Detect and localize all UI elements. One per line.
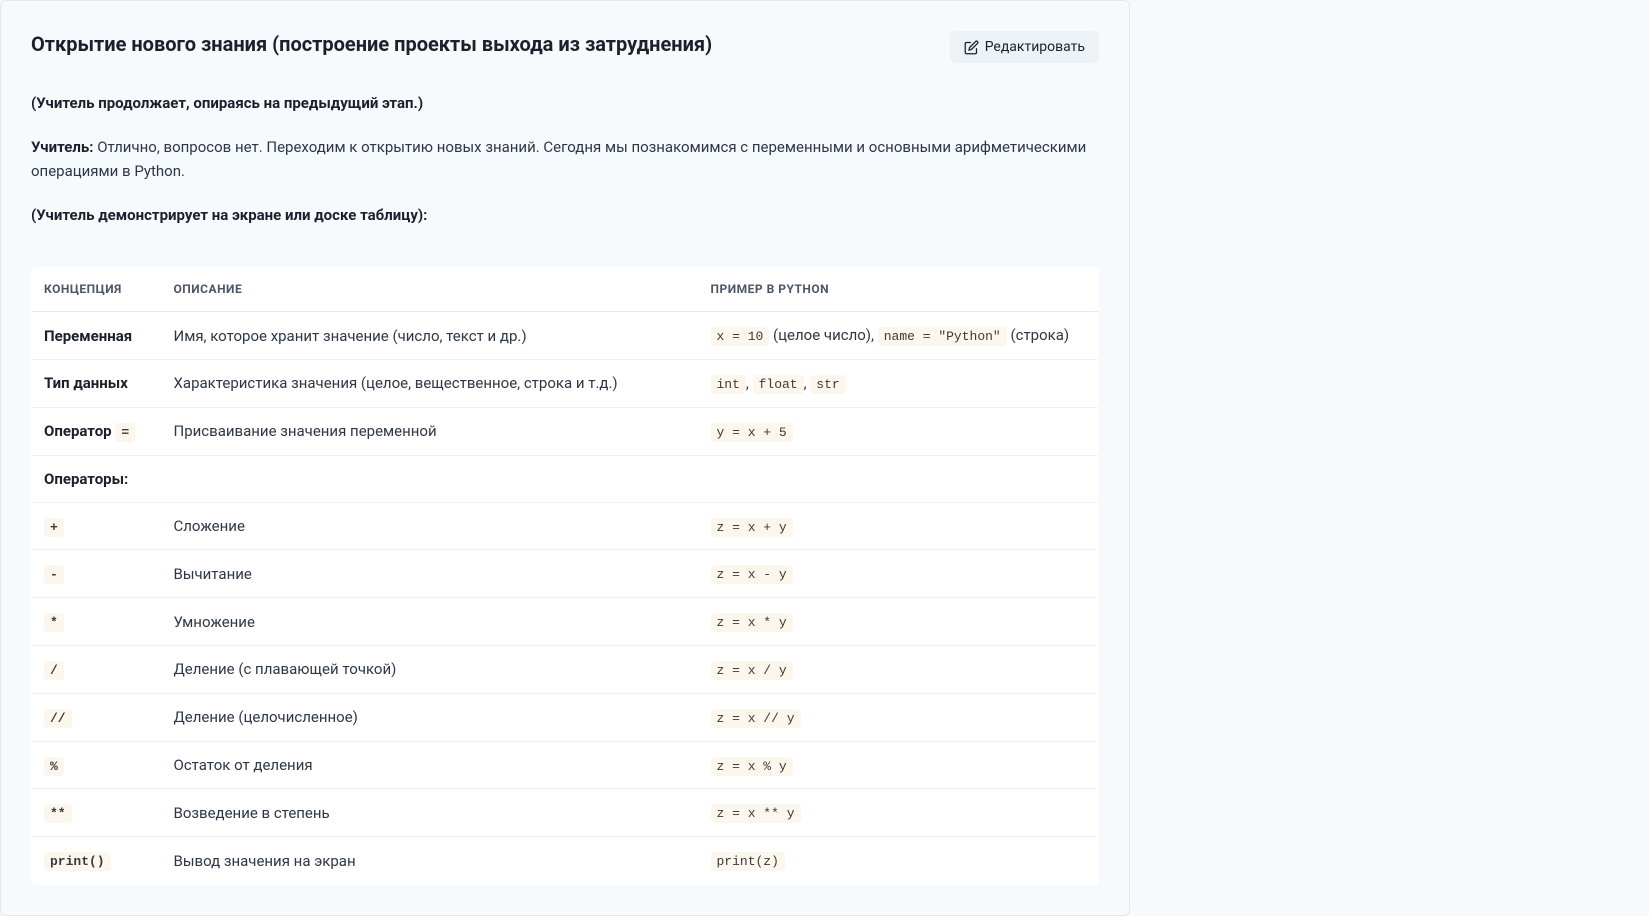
cell-example: z = x * y — [699, 598, 1099, 646]
table-row: - Вычитание z = x - y — [32, 550, 1099, 598]
cell-example: z = x // y — [699, 693, 1099, 741]
cell-concept: + — [32, 502, 162, 550]
example-text: (строка) — [1007, 326, 1069, 344]
cell-description: Сложение — [162, 502, 699, 550]
cell-example: print(z) — [699, 837, 1099, 885]
th-description: Описание — [162, 268, 699, 312]
example-code: y = x + 5 — [711, 423, 793, 442]
cell-concept: - — [32, 550, 162, 598]
concept-code: print() — [44, 852, 111, 871]
cell-concept: Тип данных — [32, 359, 162, 407]
cell-description: Присваивание значения переменной — [162, 407, 699, 455]
table-row: Тип данных Характеристика значения (целое… — [32, 359, 1099, 407]
edit-button[interactable]: Редактировать — [950, 31, 1099, 63]
cell-concept: * — [32, 598, 162, 646]
cell-description: Характеристика значения (целое, веществе… — [162, 359, 699, 407]
cell-concept: ** — [32, 789, 162, 837]
example-code: int — [711, 375, 746, 394]
concept-code: % — [44, 757, 64, 776]
edit-button-label: Редактировать — [985, 39, 1085, 55]
concept-code: ** — [44, 804, 72, 823]
concept-label: Тип данных — [44, 374, 128, 392]
example-code: z = x % y — [711, 757, 793, 776]
document-section: Открытие нового знания (построение проек… — [0, 0, 1130, 916]
concept-code: // — [44, 709, 72, 728]
table-row: % Остаток от деления z = x % y — [32, 741, 1099, 789]
cell-description: Деление (с плавающей точкой) — [162, 645, 699, 693]
cell-example: z = x ** y — [699, 789, 1099, 837]
example-code: print(z) — [711, 852, 785, 871]
cell-description: Остаток от деления — [162, 741, 699, 789]
cell-description — [162, 455, 699, 502]
cell-description: Имя, которое хранит значение (число, тек… — [162, 312, 699, 360]
example-code: z = x + y — [711, 518, 793, 537]
th-concept: Концепция — [32, 268, 162, 312]
table-header-row: Концепция Описание Пример в Python — [32, 268, 1099, 312]
table-row: Переменная Имя, которое хранит значение (… — [32, 312, 1099, 360]
example-code: str — [810, 375, 845, 394]
cell-description: Деление (целочисленное) — [162, 693, 699, 741]
th-example: Пример в Python — [699, 268, 1099, 312]
concept-code: / — [44, 661, 64, 680]
section-header: Открытие нового знания (построение проек… — [31, 31, 1099, 63]
cell-description: Вывод значения на экран — [162, 837, 699, 885]
teacher-paragraph: Учитель: Отлично, вопросов нет. Переходи… — [31, 135, 1099, 183]
concept-label: Переменная — [44, 327, 132, 345]
table-row: * Умножение z = x * y — [32, 598, 1099, 646]
teacher-text: Отлично, вопросов нет. Переходим к откры… — [31, 138, 1086, 180]
cell-concept: / — [32, 645, 162, 693]
example-text: , — [746, 374, 753, 392]
example-code: z = x * y — [711, 613, 793, 632]
concept-code: = — [115, 423, 135, 442]
table-row: ** Возведение в степень z = x ** y — [32, 789, 1099, 837]
example-code: z = x - y — [711, 565, 793, 584]
cell-description: Возведение в степень — [162, 789, 699, 837]
cell-example: z = x + y — [699, 502, 1099, 550]
cell-example: z = x - y — [699, 550, 1099, 598]
intro-line-3: (Учитель демонстрирует на экране или дос… — [31, 203, 1099, 227]
table-row: / Деление (с плавающей точкой) z = x / y — [32, 645, 1099, 693]
table-row: print() Вывод значения на экран print(z) — [32, 837, 1099, 885]
intro-line-1: (Учитель продолжает, опираясь на предыду… — [31, 91, 1099, 115]
cell-description: Умножение — [162, 598, 699, 646]
cell-example: z = x / y — [699, 645, 1099, 693]
cell-concept: // — [32, 693, 162, 741]
concept-code: * — [44, 613, 64, 632]
example-text: (целое число), — [769, 326, 877, 344]
section-title: Открытие нового знания (построение проек… — [31, 31, 712, 57]
teacher-label: Учитель: — [31, 138, 93, 156]
table-row: // Деление (целочисленное) z = x // y — [32, 693, 1099, 741]
concepts-table: Концепция Описание Пример в Python Перем… — [31, 267, 1099, 885]
cell-concept: Операторы: — [32, 455, 162, 502]
table-row: Оператор =Присваивание значения переменн… — [32, 407, 1099, 455]
cell-example: x = 10 (целое число), name = "Python" (с… — [699, 312, 1099, 360]
cell-example: int, float, str — [699, 359, 1099, 407]
cell-description: Вычитание — [162, 550, 699, 598]
table-row: Операторы: — [32, 455, 1099, 502]
cell-concept: % — [32, 741, 162, 789]
example-code: x = 10 — [711, 327, 770, 346]
example-code: name = "Python" — [878, 327, 1007, 346]
table-row: + Сложение z = x + y — [32, 502, 1099, 550]
concept-label: Операторы: — [44, 470, 128, 488]
example-code: float — [753, 375, 804, 394]
example-code: z = x ** y — [711, 804, 801, 823]
cell-concept: Оператор = — [32, 407, 162, 455]
example-code: z = x // y — [711, 709, 801, 728]
cell-concept: print() — [32, 837, 162, 885]
cell-example: y = x + 5 — [699, 407, 1099, 455]
concept-code: - — [44, 565, 64, 584]
concept-code: + — [44, 518, 64, 537]
edit-icon — [964, 40, 979, 55]
concept-label: Оператор — [44, 422, 115, 440]
cell-example: z = x % y — [699, 741, 1099, 789]
cell-concept: Переменная — [32, 312, 162, 360]
cell-example — [699, 455, 1099, 502]
example-code: z = x / y — [711, 661, 793, 680]
